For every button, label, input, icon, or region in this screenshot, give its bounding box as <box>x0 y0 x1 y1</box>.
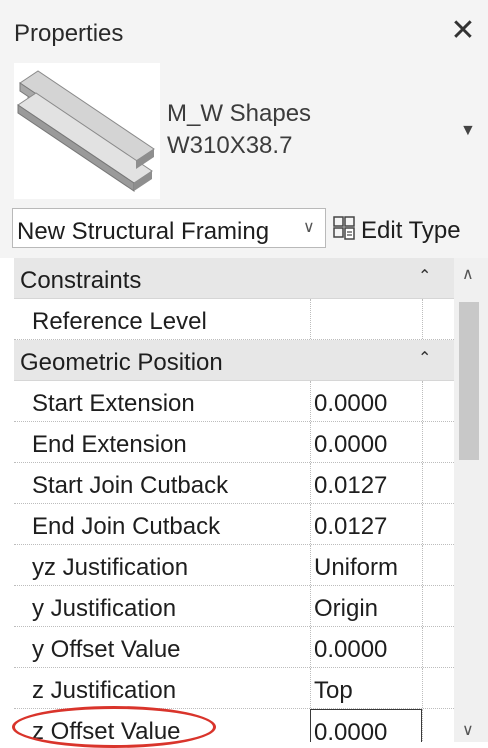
properties-palette: Properties ✕ M_W Shapes W310X38.7 ▼ New … <box>0 0 488 748</box>
i-beam-preview-icon <box>14 63 160 199</box>
property-value: Top <box>314 677 353 704</box>
property-value-cell[interactable] <box>310 299 422 339</box>
property-name: Start Join Cutback <box>32 472 229 499</box>
group-label: Geometric Position <box>20 349 223 376</box>
row-end-cell <box>422 463 454 503</box>
property-value-cell[interactable]: 0.0127 <box>310 504 422 544</box>
property-row-y-offset-value[interactable]: y Offset Value 0.0000 <box>14 627 454 668</box>
property-row-reference-level[interactable]: Reference Level <box>14 299 454 340</box>
row-end-cell <box>422 627 454 667</box>
property-name: yz Justification <box>32 554 189 581</box>
property-value: 0.0127 <box>314 513 388 540</box>
property-row-end-extension[interactable]: End Extension 0.0000 <box>14 422 454 463</box>
property-name: z Justification <box>32 677 177 704</box>
property-name: z Offset Value <box>32 718 181 742</box>
instance-filter-value: New Structural Framing <box>17 218 270 245</box>
property-row-yz-justification[interactable]: yz Justification Uniform <box>14 545 454 586</box>
group-header-constraints[interactable]: Constraints ⌃ <box>14 258 454 299</box>
chevron-down-icon: ∨ <box>303 219 315 236</box>
property-row-z-offset-value[interactable]: z Offset Value 0.0000 <box>14 709 454 742</box>
scrollbar-thumb[interactable] <box>459 302 479 460</box>
property-name: y Justification <box>32 595 177 622</box>
property-name: End Join Cutback <box>32 513 221 540</box>
property-value: 0.0000 <box>314 719 388 742</box>
property-value-cell[interactable]: Origin <box>310 586 422 626</box>
property-value: 0.0000 <box>314 636 388 663</box>
type-family-name: M_W Shapes <box>167 100 312 127</box>
scroll-up-icon[interactable]: ∧ <box>462 264 474 284</box>
row-end-cell <box>422 545 454 585</box>
property-name: y Offset Value <box>32 636 181 663</box>
close-icon[interactable]: ✕ <box>448 16 478 46</box>
property-name: Start Extension <box>32 390 195 417</box>
property-value: Uniform <box>314 554 399 581</box>
property-name: End Extension <box>32 431 187 458</box>
edit-type-icon <box>333 216 355 240</box>
row-end-cell <box>422 381 454 421</box>
instance-filter-row: New Structural Framing ∨ Edit Type <box>0 200 488 258</box>
property-value: 0.0000 <box>314 390 388 417</box>
edit-type-button[interactable]: Edit Type <box>333 210 485 248</box>
collapse-icon[interactable]: ⌃ <box>418 266 431 286</box>
property-value: 0.0127 <box>314 472 388 499</box>
group-label: Constraints <box>20 267 142 294</box>
property-value-cell[interactable]: 0.0000 <box>310 422 422 462</box>
property-value: 0.0000 <box>314 431 388 458</box>
properties-grid: Constraints ⌃ Reference Level Geometric … <box>14 258 454 742</box>
property-name: Reference Level <box>32 308 207 335</box>
row-end-cell <box>422 299 454 339</box>
property-value-cell[interactable]: 0.0000 <box>310 627 422 667</box>
property-value-cell[interactable]: 0.0000 <box>310 381 422 421</box>
collapse-icon[interactable]: ⌃ <box>418 348 431 368</box>
row-end-cell <box>422 586 454 626</box>
dropdown-arrow-icon[interactable]: ▼ <box>460 122 476 140</box>
property-value: Origin <box>314 595 379 622</box>
type-name: W310X38.7 <box>167 132 293 159</box>
instance-filter-dropdown[interactable]: New Structural Framing ∨ <box>12 208 326 248</box>
group-header-geometric-position[interactable]: Geometric Position ⌃ <box>14 340 454 381</box>
property-value-input[interactable]: 0.0000 <box>310 709 422 742</box>
row-end-cell <box>422 422 454 462</box>
scroll-down-icon[interactable]: ∨ <box>462 720 474 740</box>
row-end-cell <box>422 709 454 742</box>
palette-title-bar[interactable]: Properties ✕ <box>0 0 488 58</box>
property-value-cell[interactable]: 0.0127 <box>310 463 422 503</box>
property-row-y-justification[interactable]: y Justification Origin <box>14 586 454 627</box>
palette-title: Properties <box>14 20 124 47</box>
row-end-cell <box>422 668 454 708</box>
property-row-z-justification[interactable]: z Justification Top <box>14 668 454 709</box>
property-value-cell[interactable]: Uniform <box>310 545 422 585</box>
edit-type-label: Edit Type <box>361 217 461 244</box>
vertical-scrollbar[interactable]: ∧ ∨ <box>454 258 488 742</box>
property-row-end-join-cutback[interactable]: End Join Cutback 0.0127 <box>14 504 454 545</box>
property-row-start-join-cutback[interactable]: Start Join Cutback 0.0127 <box>14 463 454 504</box>
row-end-cell <box>422 504 454 544</box>
type-selector[interactable]: M_W Shapes W310X38.7 ▼ <box>0 58 488 200</box>
property-value-cell[interactable]: Top <box>310 668 422 708</box>
property-row-start-extension[interactable]: Start Extension 0.0000 <box>14 381 454 422</box>
